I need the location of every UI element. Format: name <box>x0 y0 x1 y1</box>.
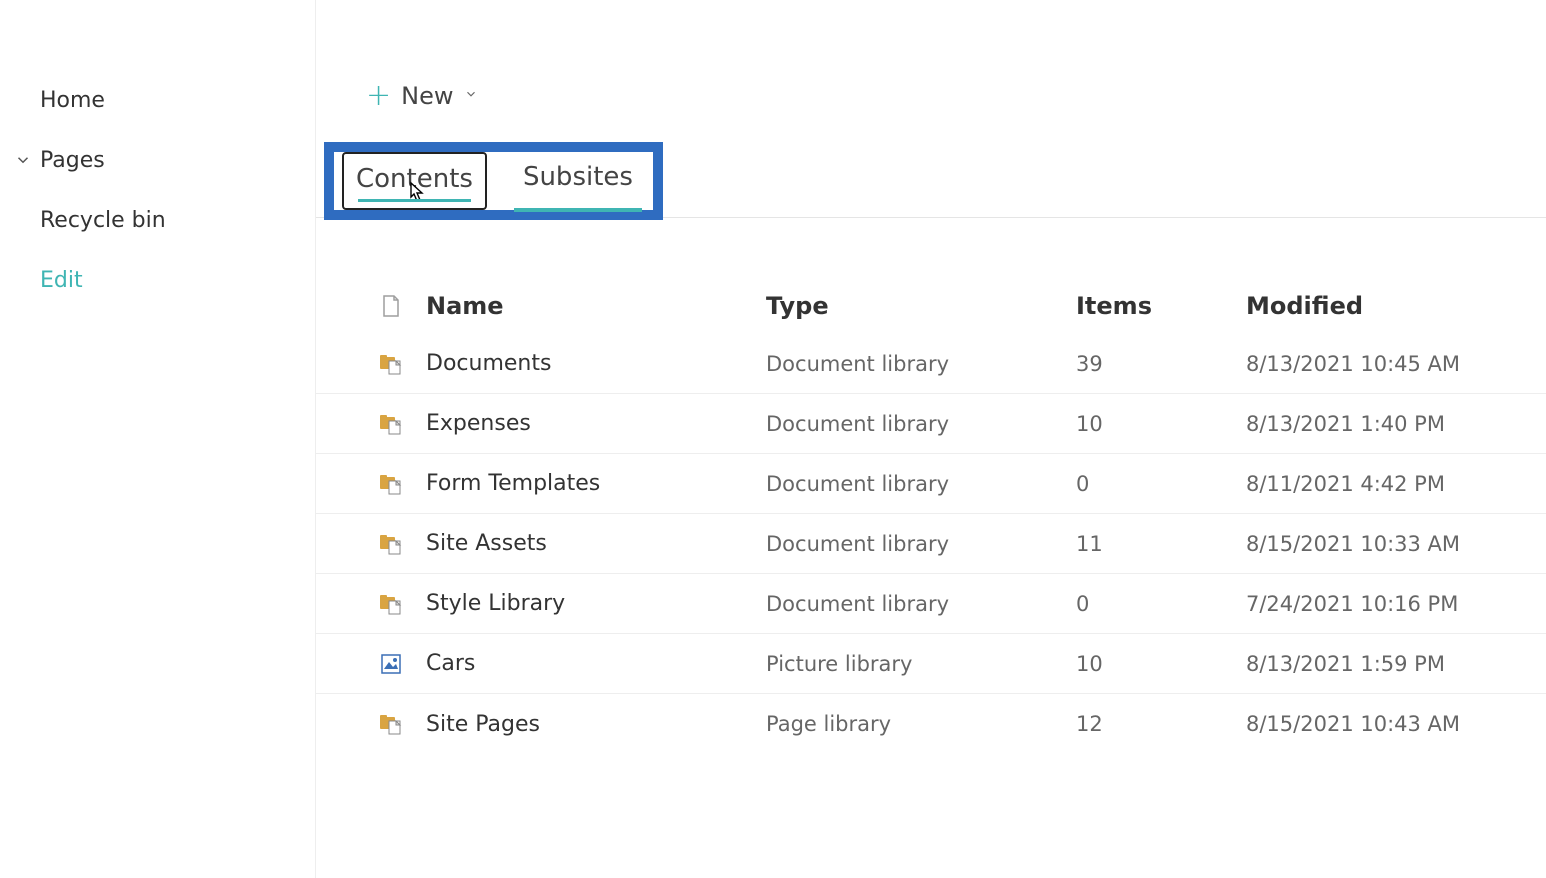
sidebar-item-recycle-bin[interactable]: Recycle bin <box>0 190 315 250</box>
sidebar-item-label: Recycle bin <box>40 208 166 233</box>
tab-contents[interactable]: Contents <box>342 152 487 210</box>
main-content: + New Contents Subsites <box>316 0 1546 878</box>
plus-icon: + <box>366 81 391 111</box>
row-modified: 8/11/2021 4:42 PM <box>1246 472 1546 496</box>
row-items: 11 <box>1076 532 1246 556</box>
row-name[interactable]: Cars <box>426 651 766 676</box>
row-items: 12 <box>1076 712 1246 736</box>
row-type: Document library <box>766 532 1076 556</box>
row-modified: 8/15/2021 10:33 AM <box>1246 532 1546 556</box>
row-modified: 8/13/2021 1:59 PM <box>1246 652 1546 676</box>
picture-library-icon <box>380 653 402 675</box>
tab-label: Subsites <box>523 162 633 192</box>
row-modified: 8/13/2021 10:45 AM <box>1246 352 1546 376</box>
file-icon-header <box>356 294 426 318</box>
row-name[interactable]: Style Library <box>426 591 766 616</box>
cursor-pointer-icon <box>404 181 426 214</box>
tab-subsites[interactable]: Subsites <box>511 152 645 210</box>
contents-table: Name Type Items Modified DocumentsDocume… <box>316 278 1546 754</box>
row-type: Picture library <box>766 652 1076 676</box>
document-library-icon <box>379 413 403 435</box>
new-button-label: New <box>401 82 453 110</box>
row-type: Document library <box>766 592 1076 616</box>
document-library-icon <box>379 353 403 375</box>
row-items: 10 <box>1076 412 1246 436</box>
table-row[interactable]: CarsPicture library108/13/2021 1:59 PM <box>316 634 1546 694</box>
sidebar-edit-link[interactable]: Edit <box>0 250 315 310</box>
sidebar-item-home[interactable]: Home <box>0 70 315 130</box>
sidebar-item-pages[interactable]: Pages <box>0 130 315 190</box>
row-name[interactable]: Site Assets <box>426 531 766 556</box>
row-modified: 8/13/2021 1:40 PM <box>1246 412 1546 436</box>
table-row[interactable]: Site AssetsDocument library118/15/2021 1… <box>316 514 1546 574</box>
table-row[interactable]: Form TemplatesDocument library08/11/2021… <box>316 454 1546 514</box>
document-library-icon <box>356 473 426 495</box>
document-library-icon <box>356 413 426 435</box>
table-row[interactable]: DocumentsDocument library398/13/2021 10:… <box>316 334 1546 394</box>
col-header-items[interactable]: Items <box>1076 292 1246 320</box>
row-items: 10 <box>1076 652 1246 676</box>
document-library-icon <box>356 593 426 615</box>
row-type: Page library <box>766 712 1076 736</box>
row-name[interactable]: Site Pages <box>426 712 766 737</box>
row-items: 0 <box>1076 592 1246 616</box>
table-row[interactable]: Site PagesPage library128/15/2021 10:43 … <box>316 694 1546 754</box>
chevron-down-icon <box>464 87 478 105</box>
document-library-icon <box>356 713 426 735</box>
toolbar: + New <box>316 66 1546 126</box>
document-library-icon <box>379 593 403 615</box>
row-type: Document library <box>766 412 1076 436</box>
row-name[interactable]: Documents <box>426 351 766 376</box>
sidebar-item-label: Pages <box>40 148 105 173</box>
picture-library-icon <box>356 653 426 675</box>
col-header-type[interactable]: Type <box>766 292 1076 320</box>
tabs-highlight-box: Contents Subsites <box>324 142 663 220</box>
page: Home Pages Recycle bin Edit + New <box>0 0 1546 878</box>
row-name[interactable]: Form Templates <box>426 471 766 496</box>
row-type: Document library <box>766 472 1076 496</box>
table-body: DocumentsDocument library398/13/2021 10:… <box>316 334 1546 754</box>
row-modified: 7/24/2021 10:16 PM <box>1246 592 1546 616</box>
document-library-icon <box>356 533 426 555</box>
table-row[interactable]: ExpensesDocument library108/13/2021 1:40… <box>316 394 1546 454</box>
chevron-down-icon <box>6 151 40 169</box>
row-items: 39 <box>1076 352 1246 376</box>
document-library-icon <box>379 713 403 735</box>
row-name[interactable]: Expenses <box>426 411 766 436</box>
col-header-modified[interactable]: Modified <box>1246 292 1546 320</box>
sidebar-item-label: Home <box>40 88 105 113</box>
row-modified: 8/15/2021 10:43 AM <box>1246 712 1546 736</box>
sidebar-edit-label: Edit <box>40 268 83 293</box>
table-row[interactable]: Style LibraryDocument library07/24/2021 … <box>316 574 1546 634</box>
col-header-name[interactable]: Name <box>426 292 766 320</box>
new-button[interactable]: + New <box>356 75 488 117</box>
document-library-icon <box>379 533 403 555</box>
tabs: Contents Subsites <box>334 152 653 210</box>
document-library-icon <box>379 473 403 495</box>
row-type: Document library <box>766 352 1076 376</box>
table-header-row: Name Type Items Modified <box>316 278 1546 334</box>
row-items: 0 <box>1076 472 1246 496</box>
sidebar: Home Pages Recycle bin Edit <box>0 0 316 878</box>
document-library-icon <box>356 353 426 375</box>
